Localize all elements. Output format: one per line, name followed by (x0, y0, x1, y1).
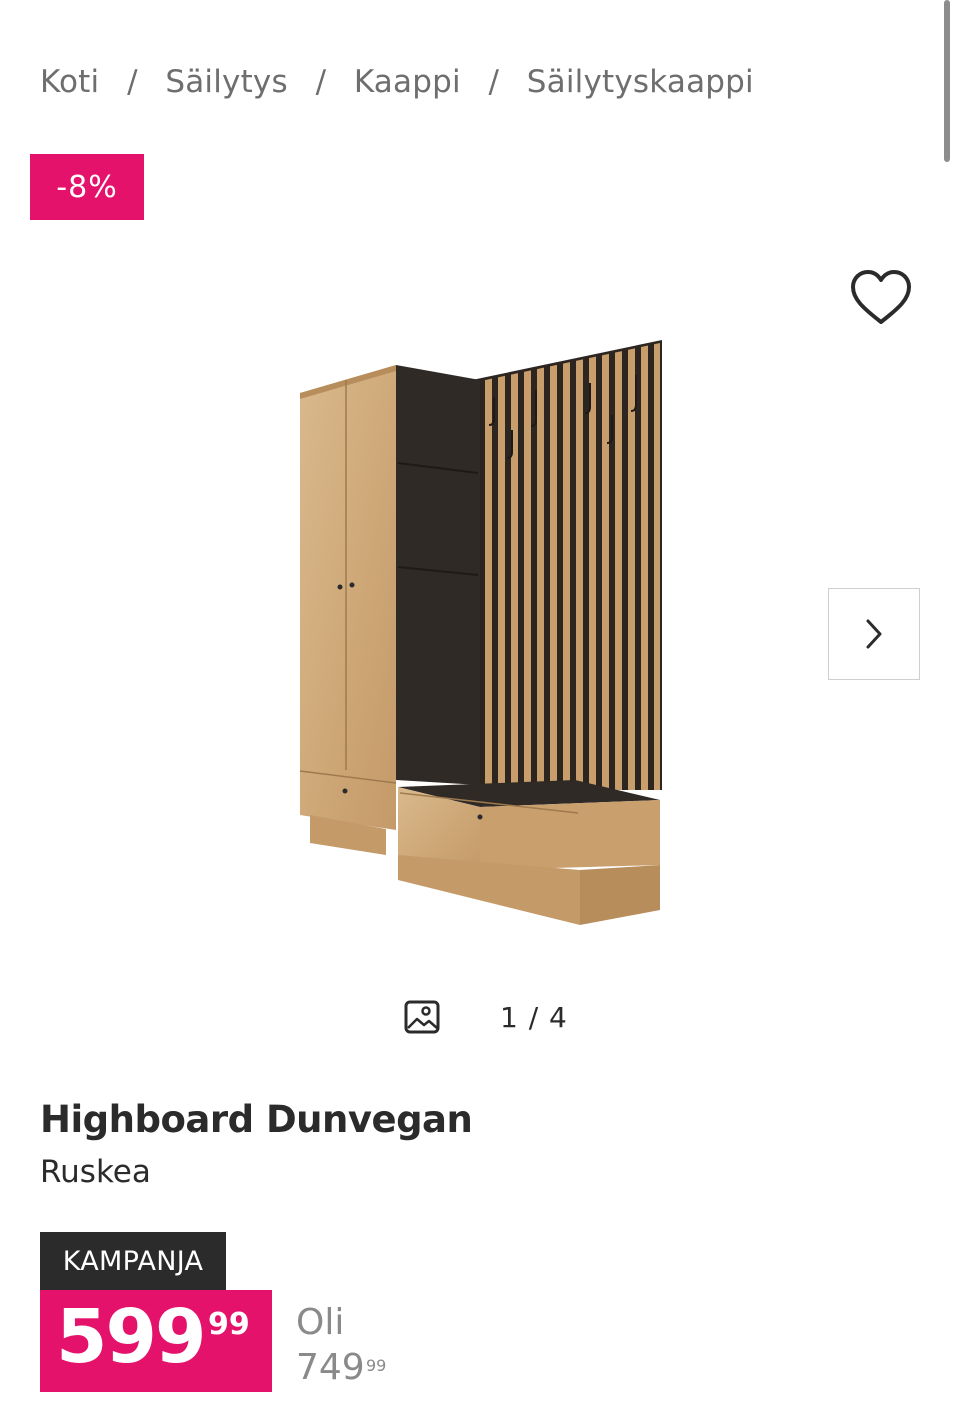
image-icon[interactable] (404, 1000, 440, 1034)
image-counter: 1 / 4 (404, 1000, 568, 1034)
product-image[interactable] (290, 335, 670, 935)
breadcrumb-separator: / (488, 64, 499, 100)
chevron-right-icon (866, 619, 882, 649)
heart-icon (851, 270, 911, 324)
old-price-main: 749 (296, 1347, 365, 1388)
page-scrollbar[interactable] (944, 0, 950, 162)
wishlist-button[interactable] (849, 268, 913, 328)
current-price-main: 599 (56, 1294, 206, 1380)
breadcrumb-item-koti[interactable]: Koti (40, 64, 99, 100)
old-price-cents: 99 (366, 1356, 387, 1375)
breadcrumb-item-sailytyskaappi[interactable]: Säilytyskaappi (527, 64, 754, 100)
breadcrumb: Koti / Säilytys / Kaappi / Säilytyskaapp… (40, 64, 754, 100)
breadcrumb-separator: / (315, 64, 327, 100)
image-counter-text: 1 / 4 (500, 1000, 568, 1034)
product-title: Highboard Dunvegan (40, 1098, 473, 1141)
breadcrumb-item-sailytys[interactable]: Säilytys (165, 64, 288, 100)
breadcrumb-item-kaappi[interactable]: Kaappi (354, 64, 461, 100)
old-price-label: Oli (296, 1302, 345, 1343)
current-price: 599 99 (40, 1290, 272, 1392)
current-price-cents: 99 (208, 1307, 250, 1342)
product-color: Ruskea (40, 1154, 151, 1190)
discount-badge: -8% (30, 154, 144, 220)
next-image-button[interactable] (828, 588, 920, 680)
breadcrumb-separator: / (127, 64, 138, 100)
campaign-label: KAMPANJA (40, 1232, 226, 1290)
